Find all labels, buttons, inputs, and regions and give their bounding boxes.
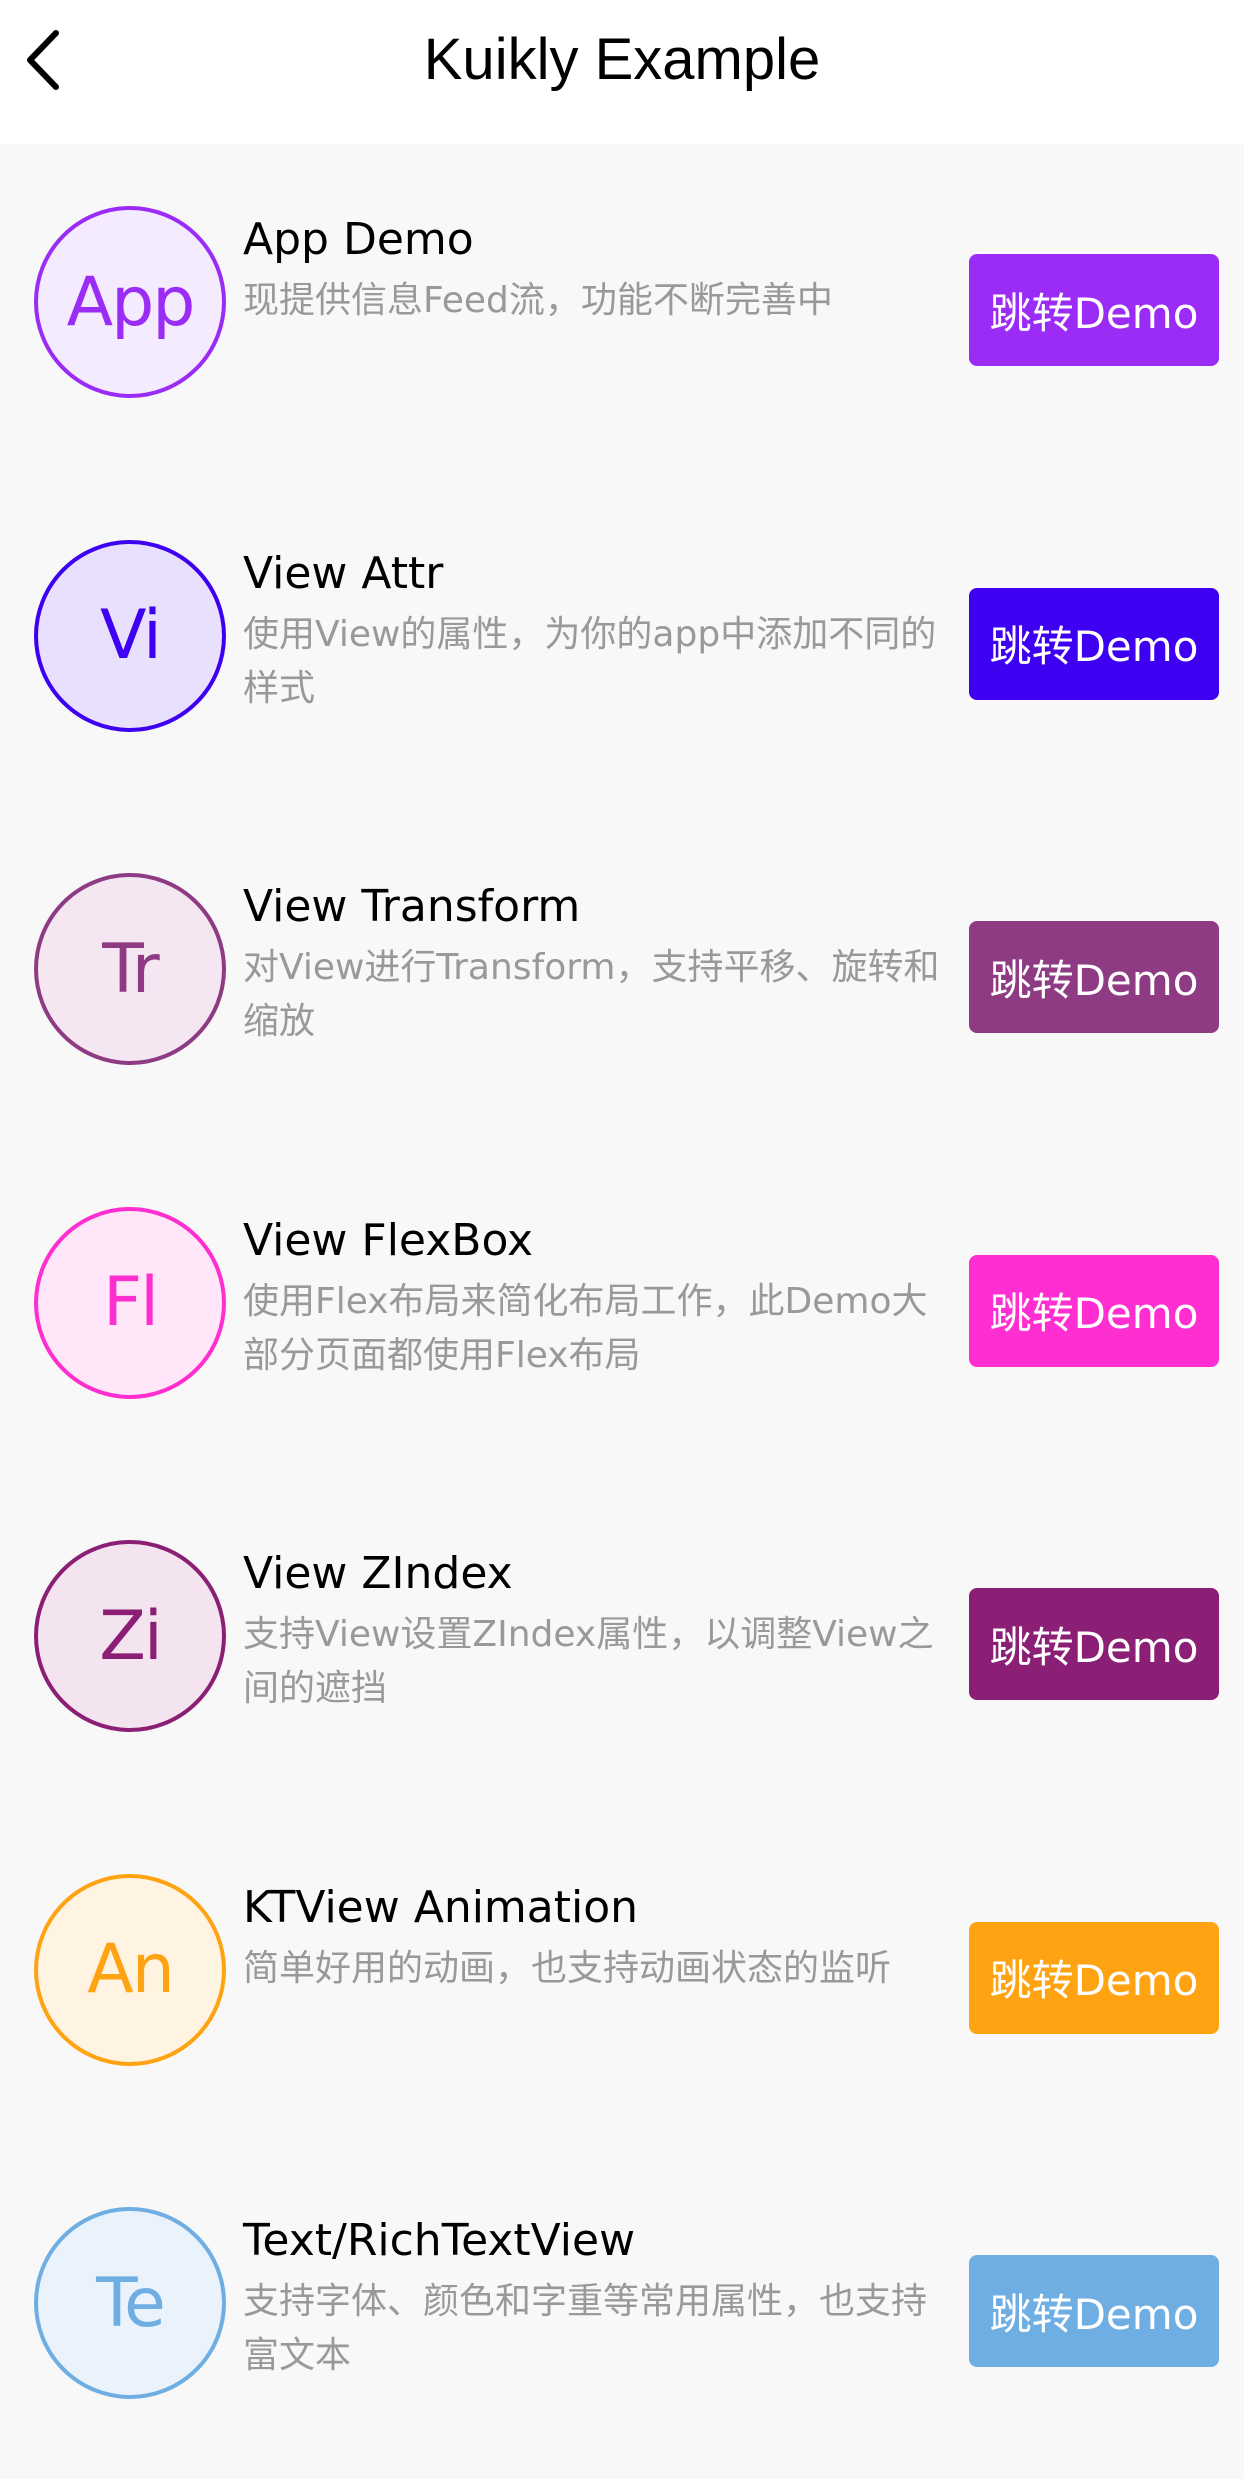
list-item: Te Text/RichTextView 支持字体、颜色和字重等常用属性，也支持… xyxy=(0,2145,1244,2479)
list-item: Vi View Attr 使用View的属性，为你的app中添加不同的样式 跳转… xyxy=(0,478,1244,812)
item-avatar-icon: Te xyxy=(34,2207,226,2399)
item-description: 对View进行Transform，支持平移、旋转和缩放 xyxy=(243,947,940,1042)
list-item: Tr View Transform 对View进行Transform，支持平移、… xyxy=(0,811,1244,1145)
item-title: View Attr xyxy=(243,547,444,599)
nav-bar: Kuikly Example xyxy=(0,0,1244,144)
item-avatar-icon: Fl xyxy=(34,1206,226,1399)
item-avatar-icon: App xyxy=(34,206,226,398)
jump-demo-button[interactable]: 跳转Demo xyxy=(969,921,1219,1033)
item-description: 支持View设置ZIndex属性，以调整View之间的遮挡 xyxy=(243,1614,934,1709)
jump-demo-button[interactable]: 跳转Demo xyxy=(969,587,1219,700)
item-avatar-icon: Tr xyxy=(34,873,226,1065)
item-title: KTView Animation xyxy=(243,1881,639,1933)
jump-demo-button[interactable]: 跳转Demo xyxy=(969,254,1219,366)
item-description: 现提供信息Feed流，功能不断完善中 xyxy=(243,280,833,321)
list-item: Fl View FlexBox 使用Flex布局来简化布局工作，此Demo大部分… xyxy=(0,1145,1244,1479)
item-title: Text/RichTextView xyxy=(243,2215,636,2266)
item-title: View FlexBox xyxy=(243,1214,534,1266)
item-avatar-icon: Zi xyxy=(34,1540,226,1732)
list-item: An KTView Animation 简单好用的动画，也支持动画状态的监听 跳… xyxy=(0,1812,1244,2146)
item-description: 简单好用的动画，也支持动画状态的监听 xyxy=(243,1947,892,1989)
jump-demo-button[interactable]: 跳转Demo xyxy=(969,1921,1219,2034)
page-title: Kuikly Example xyxy=(423,27,821,92)
item-avatar-icon: Vi xyxy=(34,539,226,732)
item-title: View ZIndex xyxy=(243,1548,513,1599)
jump-demo-button[interactable]: 跳转Demo xyxy=(969,2255,1219,2367)
list-item: Zi View ZIndex 支持View设置ZIndex属性，以调整View之… xyxy=(0,1478,1244,1812)
list-item: App App Demo 现提供信息Feed流，功能不断完善中 跳转Demo xyxy=(0,144,1244,478)
item-description: 支持字体、颜色和字重等常用属性，也支持富文本 xyxy=(243,2281,928,2376)
item-title: View Transform xyxy=(243,881,581,932)
jump-demo-button[interactable]: 跳转Demo xyxy=(969,1254,1219,1367)
demo-list: App App Demo 现提供信息Feed流，功能不断完善中 跳转Demo V… xyxy=(0,144,1244,2479)
item-description: 使用Flex布局来简化布局工作，此Demo大部分页面都使用Flex布局 xyxy=(243,1280,928,1376)
item-description: 使用View的属性，为你的app中添加不同的样式 xyxy=(243,613,937,709)
item-title: App Demo xyxy=(243,214,474,265)
jump-demo-button[interactable]: 跳转Demo xyxy=(969,1588,1219,1700)
item-avatar-icon: An xyxy=(34,1873,226,2066)
